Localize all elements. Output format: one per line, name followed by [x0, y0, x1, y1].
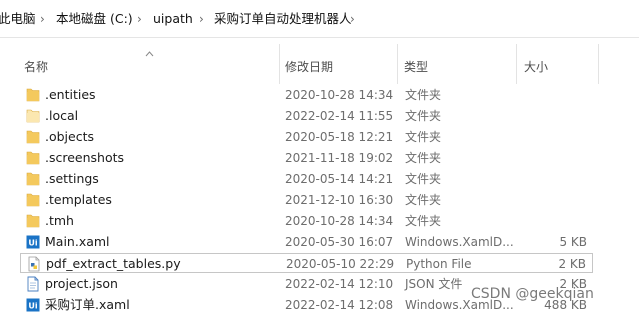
file-modified-date: 2022-02-14 11:55: [285, 109, 394, 123]
file-name: .templates: [45, 192, 112, 207]
file-name: .settings: [45, 171, 99, 186]
column-header-date[interactable]: 修改日期: [280, 44, 398, 84]
file-modified-date: 2022-02-14 12:08: [285, 298, 394, 312]
file-modified-date: 2020-05-14 14:21: [285, 172, 394, 186]
file-row[interactable]: .settings 2020-05-14 14:21 文件夹: [20, 169, 593, 189]
file-modified-date: 2020-10-28 14:34: [285, 214, 394, 228]
column-header-name[interactable]: 名称: [20, 44, 280, 84]
breadcrumb-this-pc[interactable]: 此电脑: [0, 11, 36, 27]
file-modified-date: 2020-05-10 22:29: [286, 257, 395, 271]
file-modified-date: 2022-02-14 12:10: [285, 277, 394, 291]
breadcrumb-separator-icon[interactable]: ›: [40, 11, 45, 27]
file-modified-date: 2021-11-18 19:02: [285, 151, 394, 165]
file-size: 5 KB: [559, 235, 587, 249]
folder-light-icon: [26, 108, 40, 124]
file-type: Windows.XamlD...: [405, 235, 514, 249]
json-file-icon: [26, 276, 40, 292]
file-row[interactable]: Ui Main.xaml 2020-05-30 16:07 Windows.XamlD…: [20, 232, 593, 252]
breadcrumb-separator-icon[interactable]: ›: [199, 11, 204, 27]
breadcrumb-uipath[interactable]: uipath: [153, 11, 193, 27]
breadcrumb-local-disk[interactable]: 本地磁盘 (C:): [56, 11, 133, 27]
uipath-xaml-icon: Ui: [26, 297, 40, 313]
file-type: 文件夹: [405, 88, 442, 102]
folder-icon: [26, 171, 40, 187]
file-name: .entities: [45, 87, 96, 102]
file-row[interactable]: .templates 2021-12-10 16:30 文件夹: [20, 190, 593, 210]
file-row[interactable]: .objects 2020-05-18 12:21 文件夹: [20, 127, 593, 147]
file-name: .tmh: [45, 213, 74, 228]
file-type: JSON 文件: [405, 277, 463, 291]
file-modified-date: 2020-05-18 12:21: [285, 130, 394, 144]
file-row[interactable]: .screenshots 2021-11-18 19:02 文件夹: [20, 148, 593, 168]
breadcrumb-separator-icon[interactable]: ›: [137, 11, 142, 27]
file-name: .objects: [45, 129, 95, 144]
file-name: project.json: [45, 276, 118, 291]
file-name: 采购订单.xaml: [45, 297, 130, 312]
file-row[interactable]: pdf_extract_tables.py 2020-05-10 22:29 Pyt…: [20, 253, 593, 273]
folder-icon: [26, 192, 40, 208]
file-modified-date: 2021-12-10 16:30: [285, 193, 394, 207]
file-type: 文件夹: [405, 172, 442, 186]
folder-icon: [26, 213, 40, 229]
uipath-xaml-icon: Ui: [26, 234, 40, 250]
file-modified-date: 2020-05-30 16:07: [285, 235, 394, 249]
svg-text:Ui: Ui: [28, 239, 37, 248]
file-type: 文件夹: [405, 193, 442, 207]
file-modified-date: 2020-10-28 14:34: [285, 88, 394, 102]
python-file-icon: [27, 256, 41, 272]
address-bar[interactable]: 此电脑 › 本地磁盘 (C:) › uipath › 采购订单自动处理机器人 ›: [0, 0, 639, 38]
folder-icon: [26, 87, 40, 103]
folder-icon: [26, 129, 40, 145]
column-header-size[interactable]: 大小: [517, 44, 599, 84]
file-size: 2 KB: [558, 257, 586, 271]
file-name: pdf_extract_tables.py: [46, 256, 181, 271]
file-type: Python File: [406, 257, 472, 271]
file-type: 文件夹: [405, 109, 442, 123]
file-name: Main.xaml: [45, 234, 110, 249]
file-name: .local: [45, 108, 79, 123]
file-row[interactable]: .entities 2020-10-28 14:34 文件夹: [20, 85, 593, 105]
breadcrumb-current-folder[interactable]: 采购订单自动处理机器人: [214, 11, 352, 27]
svg-text:Ui: Ui: [28, 302, 37, 311]
column-header-type[interactable]: 类型: [398, 44, 517, 84]
breadcrumb-separator-icon[interactable]: ›: [350, 11, 355, 27]
file-type: 文件夹: [405, 214, 442, 228]
file-name: .screenshots: [45, 150, 125, 165]
file-row[interactable]: .local 2022-02-14 11:55 文件夹: [20, 106, 593, 126]
file-row[interactable]: .tmh 2020-10-28 14:34 文件夹: [20, 211, 593, 231]
folder-icon: [26, 150, 40, 166]
column-header: 名称 修改日期 类型 大小: [0, 44, 639, 84]
file-type: 文件夹: [405, 151, 442, 165]
watermark: CSDN @geekqian: [471, 286, 594, 302]
file-type: 文件夹: [405, 130, 442, 144]
